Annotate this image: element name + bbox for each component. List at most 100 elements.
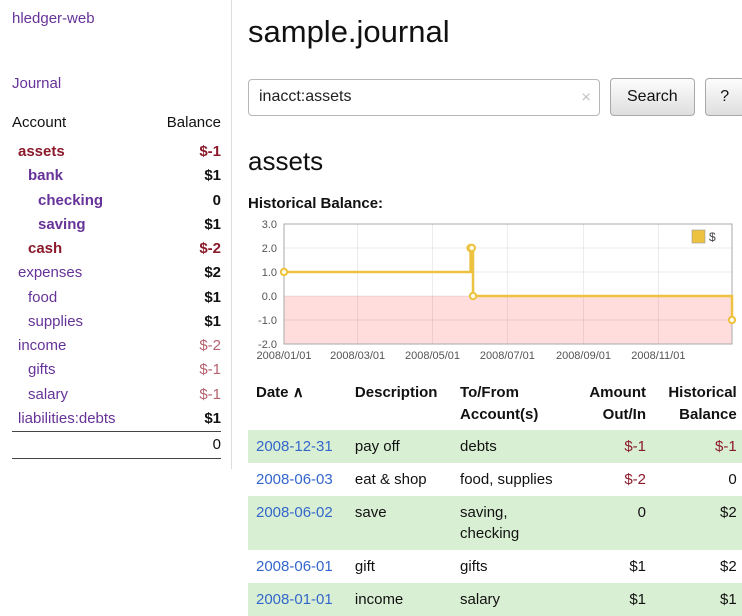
- sidebar-account-balance: $-2: [149, 334, 221, 358]
- sidebar-account-row: liabilities:debts $1: [12, 407, 221, 432]
- transaction-accounts: debts: [452, 430, 574, 463]
- transaction-balance: $2: [654, 496, 742, 550]
- sidebar-accounts-body: assets$-1bank$1checking0saving$1cash$-2e…: [12, 140, 221, 432]
- svg-text:2008/11/01: 2008/11/01: [631, 350, 685, 362]
- col-header-date[interactable]: Date ∧: [248, 378, 347, 430]
- svg-text:2008/07/01: 2008/07/01: [480, 350, 535, 362]
- transaction-balance: $-1: [654, 430, 742, 463]
- sidebar-account-row: gifts $-1: [12, 358, 221, 382]
- transactions-header-row: Date ∧ Description To/From Account(s) Am…: [248, 378, 742, 430]
- sidebar-account-row: checking 0: [12, 189, 221, 213]
- sidebar-account-balance: $-1: [149, 358, 221, 382]
- transaction-description: save: [347, 496, 452, 550]
- sidebar-account-balance: 0: [149, 189, 221, 213]
- sidebar-account-balance: $1: [149, 164, 221, 188]
- svg-text:0.0: 0.0: [262, 291, 277, 303]
- sidebar-account-link[interactable]: checking: [38, 192, 103, 209]
- sort-ascending-icon: ∧: [293, 384, 304, 401]
- transaction-description: eat & shop: [347, 463, 452, 496]
- search-form: × Search ?: [248, 78, 742, 116]
- transaction-row: 2008-06-02 savesaving, checking0$2: [248, 496, 742, 550]
- transaction-date-cell: 2008-12-31: [248, 430, 347, 463]
- sidebar-account-link[interactable]: bank: [28, 167, 63, 184]
- accounts-table: Account Balance assets$-1bank$1checking0…: [12, 112, 221, 459]
- transaction-date-link[interactable]: 2008-12-31: [256, 438, 333, 455]
- svg-text:-1.0: -1.0: [258, 315, 277, 327]
- sidebar-account-balance: $1: [149, 407, 221, 432]
- transaction-date-cell: 2008-06-03: [248, 463, 347, 496]
- transaction-row: 2008-12-31pay offdebts$-1$-1: [248, 430, 742, 463]
- transaction-date-cell: 2008-06-02: [248, 496, 347, 550]
- svg-text:3.0: 3.0: [262, 219, 277, 231]
- transaction-row: 2008-01-01incomesalary$1$1: [248, 583, 742, 616]
- sidebar-account-link[interactable]: salary: [28, 386, 68, 403]
- sidebar-account-row: assets$-1: [12, 140, 221, 164]
- sidebar-account-row: supplies $1: [12, 310, 221, 334]
- sidebar-account-row: bank $1: [12, 164, 221, 188]
- page-title: sample.journal: [248, 14, 742, 50]
- sidebar-account-balance: $1: [149, 310, 221, 334]
- search-input-wrapper: ×: [248, 79, 600, 116]
- sidebar-account-balance: $2: [149, 261, 221, 285]
- help-button[interactable]: ?: [705, 78, 742, 116]
- transaction-accounts: food, supplies: [452, 463, 574, 496]
- sidebar-account-link[interactable]: expenses: [18, 264, 82, 281]
- transaction-amount: $1: [574, 550, 654, 583]
- sidebar-account-row: income $-2: [12, 334, 221, 358]
- sidebar-account-row: saving $1: [12, 213, 221, 237]
- transactions-table: Date ∧ Description To/From Account(s) Am…: [248, 378, 742, 616]
- col-header-amount: Amount Out/In: [574, 378, 654, 430]
- col-header-accounts: To/From Account(s): [452, 378, 574, 430]
- app-title-link[interactable]: hledger-web: [12, 10, 221, 27]
- sidebar-total-balance: 0: [149, 432, 221, 459]
- transaction-date-cell: 2008-01-01: [248, 583, 347, 616]
- sidebar-account-balance: $1: [149, 213, 221, 237]
- transaction-date-link[interactable]: 2008-06-03: [256, 471, 333, 488]
- svg-text:2.0: 2.0: [262, 243, 277, 255]
- transaction-description: gift: [347, 550, 452, 583]
- sidebar-account-link[interactable]: cash: [28, 240, 62, 257]
- transaction-date-link[interactable]: 2008-01-01: [256, 591, 333, 608]
- nav-journal-link[interactable]: Journal: [12, 75, 221, 92]
- clear-search-icon[interactable]: ×: [581, 89, 591, 106]
- transaction-amount: 0: [574, 496, 654, 550]
- svg-text:2008/05/01: 2008/05/01: [405, 350, 460, 362]
- search-input[interactable]: [248, 79, 600, 116]
- svg-text:1.0: 1.0: [262, 267, 277, 279]
- transaction-description: income: [347, 583, 452, 616]
- transaction-date-link[interactable]: 2008-06-02: [256, 504, 333, 521]
- sidebar-account-link[interactable]: supplies: [28, 313, 83, 330]
- sidebar-account-row: expenses $2: [12, 261, 221, 285]
- sidebar-account-link[interactable]: income: [18, 337, 66, 354]
- transaction-balance: 0: [654, 463, 742, 496]
- sidebar-account-link[interactable]: liabilities:debts: [18, 410, 116, 427]
- transaction-accounts: saving, checking: [452, 496, 574, 550]
- transaction-amount: $1: [574, 583, 654, 616]
- account-heading: assets: [248, 146, 742, 177]
- sidebar: hledger-web Journal Account Balance asse…: [0, 0, 232, 469]
- transactions-body: 2008-12-31pay offdebts$-1$-12008-06-03ea…: [248, 430, 742, 616]
- balance-chart: 3.02.01.00.0-1.0-2.02008/01/012008/03/01…: [248, 218, 736, 368]
- transaction-description: pay off: [347, 430, 452, 463]
- transaction-date-cell: 2008-06-01: [248, 550, 347, 583]
- sidebar-account-link[interactable]: saving: [38, 216, 86, 233]
- search-button[interactable]: Search: [610, 78, 695, 116]
- accounts-header-balance: Balance: [149, 112, 221, 140]
- hledger-web-app: hledger-web Journal Account Balance asse…: [0, 0, 742, 582]
- sidebar-account-balance: $-2: [149, 237, 221, 261]
- accounts-header-row: Account Balance: [12, 112, 221, 140]
- svg-text:2008/03/01: 2008/03/01: [330, 350, 385, 362]
- sidebar-account-link[interactable]: assets: [18, 143, 65, 160]
- sidebar-account-link[interactable]: gifts: [28, 361, 56, 378]
- transaction-accounts: salary: [452, 583, 574, 616]
- svg-text:$: $: [709, 230, 716, 244]
- col-header-description: Description: [347, 378, 452, 430]
- transaction-balance: $1: [654, 583, 742, 616]
- sidebar-total-row: 0: [12, 432, 221, 459]
- svg-text:2008/09/01: 2008/09/01: [556, 350, 611, 362]
- sidebar-account-link[interactable]: food: [28, 289, 57, 306]
- transaction-row: 2008-06-03eat & shopfood, supplies$-20: [248, 463, 742, 496]
- main-content: sample.journal × Search ? assets Histori…: [232, 0, 742, 616]
- transaction-row: 2008-06-01giftgifts$1$2: [248, 550, 742, 583]
- transaction-date-link[interactable]: 2008-06-01: [256, 558, 333, 575]
